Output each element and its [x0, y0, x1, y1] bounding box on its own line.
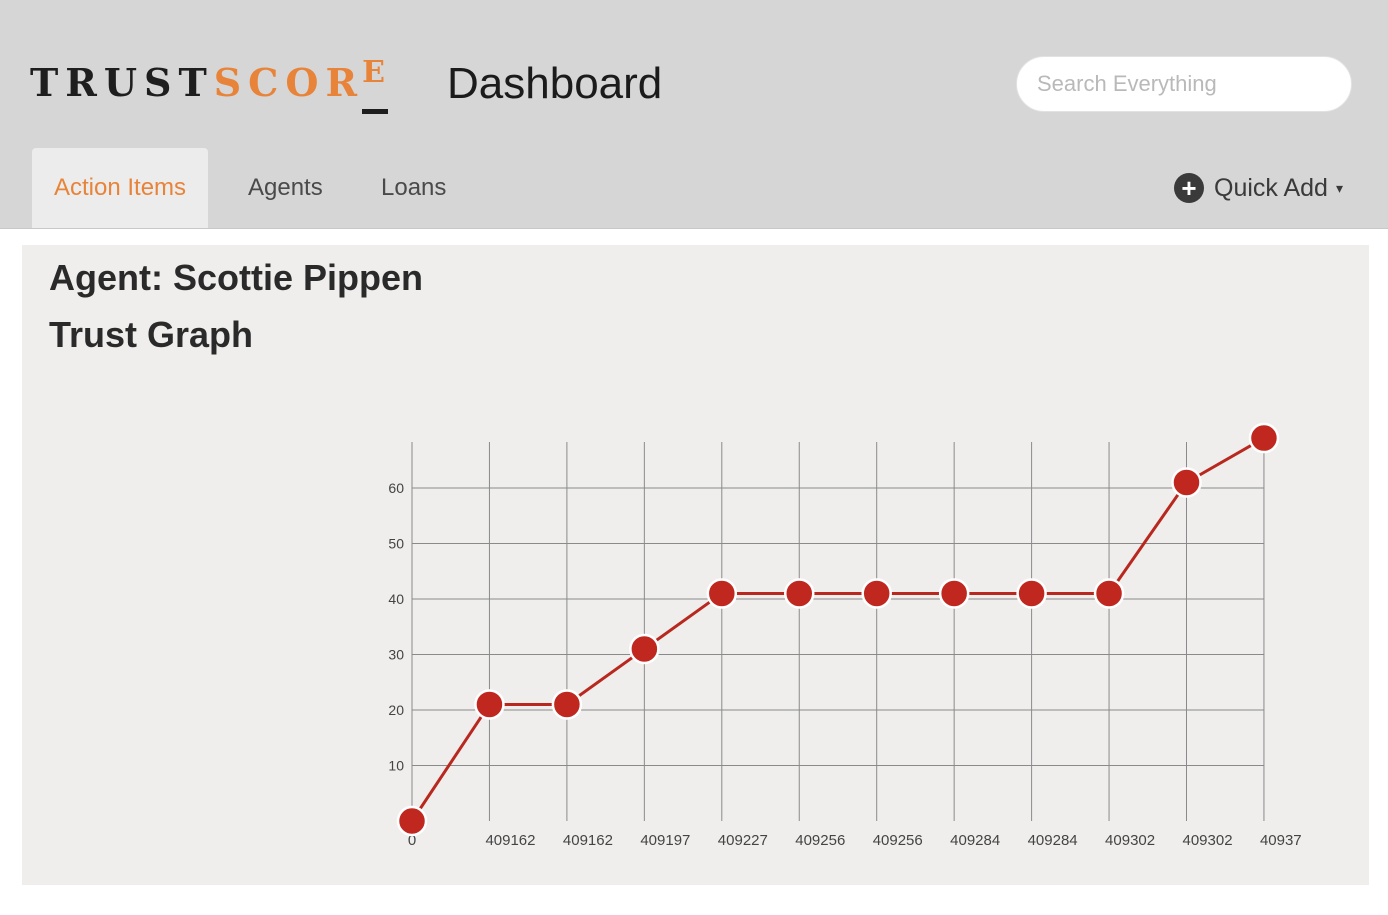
page-title: Dashboard	[447, 59, 663, 108]
y-tick-label: 30	[388, 647, 404, 663]
trust-graph-chart: 1020304050600 409162 409162 409197 409227 409…	[388, 422, 1302, 849]
search-input[interactable]	[1016, 56, 1352, 112]
data-point	[474, 689, 505, 720]
x-tick-label: 409256	[795, 832, 845, 849]
y-tick-label: 20	[388, 702, 404, 718]
data-point	[784, 578, 815, 609]
x-tick-label: 409162	[563, 832, 613, 849]
x-tick-label: 409284	[1028, 832, 1078, 849]
agent-panel: Agent: Scottie Pippen Trust Graph 10 20 30…	[22, 245, 1369, 885]
x-tick-label: 409227	[718, 832, 768, 849]
tab-action-items[interactable]: Action Items	[32, 148, 209, 228]
data-point	[1016, 578, 1047, 609]
data-point	[1093, 578, 1125, 609]
data-point	[938, 578, 970, 609]
data-point	[1171, 467, 1202, 498]
quick-add-label: Quick Add	[1214, 173, 1328, 202]
y-tick-label: 60	[388, 480, 404, 496]
x-tick-label: 409284	[950, 832, 1000, 849]
tab-agents[interactable]: Agents	[248, 148, 323, 228]
y-tick-label: 10	[388, 758, 404, 774]
data-point	[706, 578, 738, 609]
x-tick-label: 409302	[1105, 832, 1155, 849]
data-point	[551, 689, 583, 720]
x-tick-label: 40937	[1260, 832, 1302, 849]
x-tick-label: 409302	[1183, 832, 1233, 849]
data-point	[629, 633, 660, 665]
trust-series-line	[410, 436, 1265, 822]
x-tick-label: 409162	[485, 832, 535, 849]
x-tick-label: 409256	[873, 832, 923, 849]
logo-e-mark: E	[362, 48, 392, 114]
data-point	[861, 578, 892, 609]
data-point	[1248, 422, 1280, 454]
tab-loans[interactable]: Loans	[381, 148, 446, 228]
app-header: TRUSTSCORE Dashboard Action Items Agents…	[0, 0, 1388, 229]
y-tick-label: 40	[388, 591, 404, 607]
data-point	[396, 805, 428, 837]
trustscore-logo[interactable]: TRUSTSCORE	[30, 55, 392, 114]
caret-down-icon: ▾	[1335, 179, 1343, 196]
quick-add-button[interactable]: + Quick Add ▾	[1174, 166, 1343, 210]
plus-circle-icon: +	[1174, 173, 1204, 203]
y-tick-label: 50	[388, 536, 404, 552]
logo-score-text: SCOR	[213, 60, 365, 105]
logo-trust-text: TRUST	[30, 60, 214, 105]
x-tick-label: 409197	[640, 832, 690, 849]
